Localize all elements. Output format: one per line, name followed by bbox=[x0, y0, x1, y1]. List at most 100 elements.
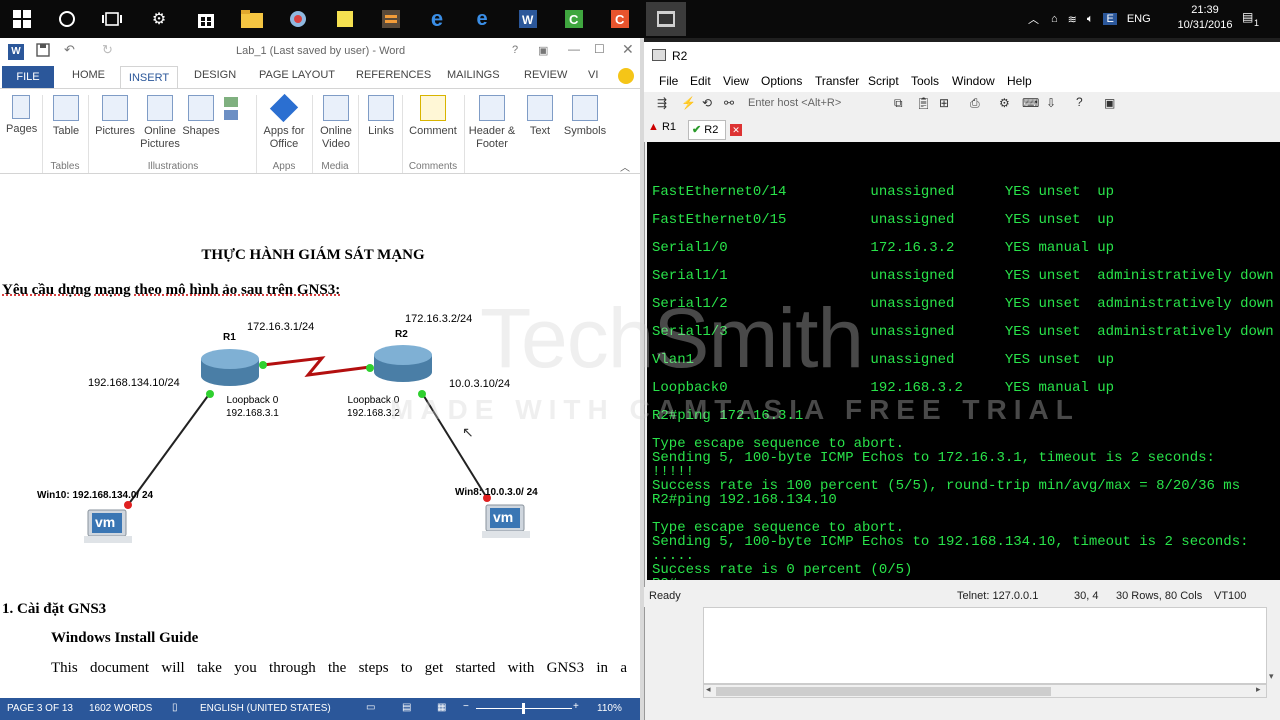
file-explorer-icon[interactable] bbox=[238, 5, 266, 33]
tray-clock[interactable]: 21:39 10/31/2016 bbox=[1170, 3, 1240, 33]
pages-button[interactable]: Pages bbox=[6, 95, 37, 136]
screenshot-icon[interactable]: ▣ bbox=[1104, 96, 1115, 110]
securecrt-taskbar-icon[interactable] bbox=[646, 2, 686, 36]
settings-icon[interactable]: ⚙ bbox=[999, 96, 1010, 110]
pictures-button[interactable]: Pictures bbox=[94, 95, 136, 138]
links-button[interactable]: Links bbox=[364, 95, 398, 138]
tray-volume-icon[interactable]: 🔈︎ bbox=[1087, 13, 1094, 26]
camtasia-recorder-icon[interactable]: C bbox=[560, 5, 588, 33]
menu-script[interactable]: Script bbox=[868, 74, 899, 88]
menu-tools[interactable]: Tools bbox=[911, 74, 939, 88]
status-words[interactable]: 1602 WORDS bbox=[89, 703, 152, 714]
undo-icon[interactable]: ↶ bbox=[64, 42, 75, 58]
smiley-feedback-icon[interactable] bbox=[618, 68, 634, 84]
word-app-icon[interactable]: W bbox=[514, 5, 542, 33]
network-app-icon[interactable] bbox=[284, 5, 312, 33]
find-icon[interactable]: ⊞ bbox=[939, 96, 949, 110]
tab-home[interactable]: HOME bbox=[72, 69, 105, 81]
sftp-icon[interactable]: ⇩ bbox=[1046, 96, 1056, 110]
print-layout-icon[interactable]: ▤ bbox=[402, 702, 411, 713]
comment-button[interactable]: Comment bbox=[406, 95, 460, 138]
print-icon[interactable]: ⎙ bbox=[970, 96, 980, 111]
warning-icon: ▲ bbox=[648, 121, 659, 133]
redo-icon[interactable]: ↻ bbox=[102, 42, 113, 58]
tab-references[interactable]: REFERENCES bbox=[356, 69, 431, 81]
online-pictures-button[interactable]: Online Pictures bbox=[140, 95, 180, 151]
keymap-icon[interactable]: ⌨ bbox=[1022, 96, 1039, 110]
tab-r1[interactable]: ▲ R1 bbox=[648, 121, 684, 139]
collapse-ribbon-icon[interactable]: ︿ bbox=[620, 159, 630, 174]
menu-view[interactable]: View bbox=[723, 74, 749, 88]
table-button[interactable]: Table bbox=[48, 95, 84, 138]
minimize-icon[interactable]: — bbox=[568, 42, 580, 56]
zoom-slider-thumb[interactable] bbox=[522, 703, 525, 714]
tab-design[interactable]: DESIGN bbox=[194, 69, 236, 81]
menu-transfer[interactable]: Transfer bbox=[815, 74, 859, 88]
read-mode-icon[interactable]: ▭ bbox=[366, 702, 375, 713]
tray-wifi-icon[interactable]: ≋ bbox=[1068, 13, 1077, 26]
shapes-button[interactable]: Shapes bbox=[182, 95, 220, 138]
web-layout-icon[interactable]: ▦ bbox=[437, 702, 446, 713]
tab-insert[interactable]: INSERT bbox=[120, 66, 178, 90]
status-language[interactable]: ENGLISH (UNITED STATES) bbox=[200, 703, 331, 714]
status-page[interactable]: PAGE 3 OF 13 bbox=[7, 703, 73, 714]
menu-file[interactable]: File bbox=[659, 74, 678, 88]
scroll-down-icon[interactable]: ▾ bbox=[1269, 671, 1274, 682]
reconnect-icon[interactable]: ⟲ bbox=[702, 96, 712, 110]
tray-language[interactable]: ENG bbox=[1127, 13, 1151, 25]
scroll-left-icon[interactable]: ◂ bbox=[706, 684, 711, 695]
help-icon[interactable]: ? bbox=[1076, 95, 1083, 109]
zoom-in-icon[interactable]: + bbox=[573, 701, 579, 712]
proofing-icon[interactable]: ▯ bbox=[172, 702, 178, 713]
camtasia-studio-icon[interactable]: C bbox=[606, 5, 634, 33]
tab-review[interactable]: REVIEW bbox=[524, 69, 567, 81]
copy-icon[interactable]: ⧉ bbox=[894, 96, 903, 111]
maximize-icon[interactable]: ☐ bbox=[594, 42, 605, 56]
menu-window[interactable]: Window bbox=[952, 74, 995, 88]
disconnect-icon[interactable]: ⚯ bbox=[724, 96, 734, 110]
ribbon-display-icon[interactable]: ▣ bbox=[538, 44, 548, 57]
windows-start-icon[interactable] bbox=[8, 5, 36, 33]
tab-r2[interactable]: ✔ R2 bbox=[688, 120, 726, 140]
symbols-button[interactable]: Symbols bbox=[562, 95, 608, 138]
help-icon[interactable]: ? bbox=[512, 44, 518, 56]
header-footer-button[interactable]: Header & Footer bbox=[466, 95, 518, 151]
tray-chevron-up-icon[interactable]: ︿ bbox=[1028, 11, 1039, 27]
close-tab-icon[interactable]: ✕ bbox=[730, 124, 742, 136]
tab-view[interactable]: VI bbox=[588, 69, 598, 81]
save-icon[interactable] bbox=[36, 43, 50, 60]
task-view-icon[interactable] bbox=[98, 5, 126, 33]
serial-link bbox=[262, 356, 371, 377]
tray-network-icon[interactable]: ⌂ bbox=[1051, 13, 1058, 25]
action-center-icon[interactable]: ▤ 1 bbox=[1242, 10, 1262, 28]
tab-file[interactable]: FILE bbox=[2, 66, 54, 88]
menu-edit[interactable]: Edit bbox=[690, 74, 711, 88]
horizontal-scroll-thumb[interactable] bbox=[716, 687, 1051, 696]
tab-mailings[interactable]: MAILINGS bbox=[447, 69, 500, 81]
internet-explorer-icon[interactable]: e bbox=[468, 5, 496, 33]
quick-connect-icon[interactable]: ⚡ bbox=[681, 96, 696, 110]
cortana-search-icon[interactable] bbox=[53, 5, 81, 33]
smartart-chart-icons[interactable] bbox=[224, 97, 240, 137]
text-button[interactable]: Text bbox=[522, 95, 558, 138]
tab-page-layout[interactable]: PAGE LAYOUT bbox=[259, 69, 335, 81]
sticky-notes-icon[interactable] bbox=[331, 5, 359, 33]
vertical-scrollbar[interactable]: ▾ bbox=[1267, 607, 1280, 697]
close-icon[interactable]: ✕ bbox=[622, 41, 634, 58]
menu-help[interactable]: Help bbox=[1007, 74, 1032, 88]
horizontal-scrollbar[interactable]: ◂ ▸ bbox=[703, 684, 1267, 698]
zoom-level[interactable]: 110% bbox=[597, 703, 622, 714]
menu-options[interactable]: Options bbox=[761, 74, 802, 88]
edge-browser-icon[interactable]: e bbox=[423, 5, 451, 33]
enter-host-input[interactable]: Enter host <Alt+R> bbox=[744, 95, 884, 115]
zoom-out-icon[interactable]: − bbox=[463, 701, 469, 712]
apps-for-office-button[interactable]: Apps for Office bbox=[260, 93, 308, 151]
settings-gear-icon[interactable]: ⚙ bbox=[145, 5, 173, 33]
store-icon[interactable] bbox=[192, 5, 220, 33]
connect-icon[interactable]: ⇶ bbox=[657, 96, 667, 110]
tray-input-icon[interactable]: E bbox=[1103, 13, 1117, 25]
paste-icon[interactable]: 📋︎ bbox=[916, 96, 931, 110]
sublime-app-icon[interactable] bbox=[377, 5, 405, 33]
online-video-button[interactable]: Online Video bbox=[316, 95, 356, 151]
scroll-right-icon[interactable]: ▸ bbox=[1256, 684, 1261, 695]
